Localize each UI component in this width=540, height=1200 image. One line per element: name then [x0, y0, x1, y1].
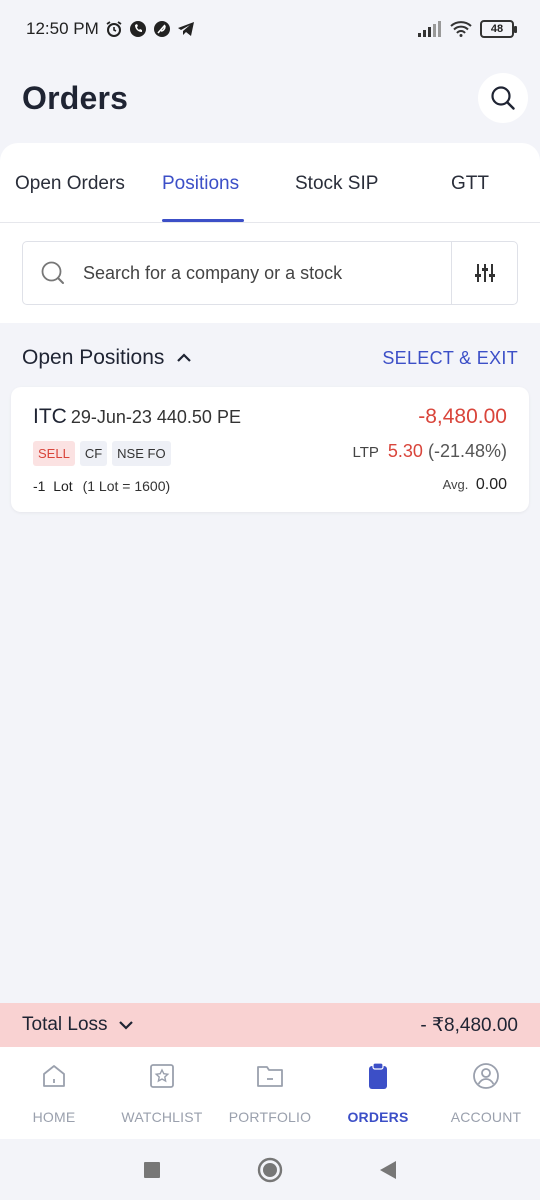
nav-watchlist-label: WATCHLIST [121, 1109, 203, 1125]
ltp-label: LTP [352, 444, 379, 461]
tab-open-orders[interactable]: Open Orders [15, 173, 125, 195]
open-positions-header: Open Positions SELECT & EXIT [22, 338, 518, 378]
page-title: Orders [22, 79, 129, 116]
battery-indicator: 48 [480, 20, 517, 38]
nav-portfolio-label: PORTFOLIO [228, 1109, 312, 1125]
tag-cf: CF [79, 441, 108, 466]
position-title: ITC 29-Jun-23 440.50 PE [33, 405, 241, 429]
active-tab-indicator [162, 219, 244, 222]
filter-button[interactable] [451, 242, 517, 304]
bottom-nav: HOME WATCHLIST PORTFOLIO ORDERS ACCOUNT [0, 1047, 540, 1139]
nav-account[interactable]: ACCOUNT [432, 1047, 540, 1139]
qty-value: -1 [33, 478, 46, 494]
status-time: 12:50 PM [26, 19, 99, 38]
position-avg: Avg. 0.00 [443, 476, 507, 494]
position-qty: -1 Lot (1 Lot = 1600) [33, 478, 170, 494]
recents-icon[interactable] [143, 1161, 161, 1179]
nav-home[interactable]: HOME [0, 1047, 108, 1139]
system-nav-bar [0, 1139, 540, 1200]
order-tabs: Open Orders Positions Stock SIP GTT [0, 143, 540, 223]
signal-icon [418, 21, 441, 37]
qty-unit: Lot [53, 478, 73, 494]
tabs-panel: Open Orders Positions Stock SIP GTT [0, 143, 540, 323]
ltp-change: (-21.48%) [427, 441, 507, 461]
open-positions-toggle[interactable]: Open Positions [22, 346, 192, 370]
home-icon [43, 1065, 65, 1087]
tab-stock-sip[interactable]: Stock SIP [295, 173, 378, 195]
status-bar: 12:50 PM 48 [0, 0, 540, 58]
search-input[interactable] [83, 262, 451, 284]
wifi-icon [450, 21, 472, 37]
position-ltp: LTP 5.30 (-21.48%) [352, 441, 507, 462]
nav-home-label: HOME [32, 1109, 76, 1125]
nav-watchlist[interactable]: WATCHLIST [108, 1047, 216, 1139]
nav-orders-label: ORDERS [347, 1109, 409, 1125]
telegram-icon [177, 22, 194, 36]
position-search-box [22, 241, 518, 305]
phone-icon [129, 21, 146, 37]
chevron-down-icon [118, 1021, 133, 1030]
watchlist-icon [150, 1064, 174, 1088]
account-icon [473, 1063, 499, 1089]
select-exit-button[interactable]: SELECT & EXIT [382, 348, 518, 369]
position-card[interactable]: ITC 29-Jun-23 440.50 PE -8,480.00 SELL CF… [11, 387, 529, 512]
status-left: 12:50 PM [26, 19, 195, 39]
tab-gtt[interactable]: GTT [451, 173, 489, 195]
total-loss-bar[interactable]: Total Loss - ₹8,480.00 [0, 1003, 540, 1047]
search-icon [491, 86, 515, 110]
avg-value: 0.00 [475, 476, 507, 493]
total-label: Total Loss [22, 1014, 108, 1035]
tab-positions[interactable]: Positions [162, 173, 239, 195]
avg-label: Avg. [442, 477, 469, 492]
feather-icon [153, 21, 170, 37]
back-icon[interactable] [379, 1160, 397, 1180]
section-title: Open Positions [22, 346, 165, 369]
portfolio-icon [257, 1066, 283, 1087]
ltp-price: 5.30 [387, 441, 423, 461]
lot-note: (1 Lot = 1600) [82, 478, 171, 494]
nav-orders[interactable]: ORDERS [324, 1047, 432, 1139]
nav-account-label: ACCOUNT [450, 1109, 522, 1125]
home-circle-icon[interactable] [257, 1157, 283, 1183]
alarm-icon [106, 21, 122, 37]
total-value: - ₹8,480.00 [420, 1014, 518, 1036]
header-search-button[interactable] [478, 73, 528, 123]
position-symbol: ITC [33, 405, 67, 428]
chevron-up-icon [177, 353, 192, 362]
page-header: Orders [0, 68, 540, 128]
sliders-icon [474, 264, 495, 282]
position-pnl: -8,480.00 [418, 405, 507, 428]
status-right: 48 [418, 20, 517, 38]
position-contract: 29-Jun-23 440.50 PE [70, 407, 241, 427]
tag-exchange: NSE FO [112, 441, 171, 466]
orders-icon [369, 1062, 387, 1089]
tag-sell: SELL [33, 441, 75, 466]
total-loss-toggle: Total Loss [22, 1014, 134, 1036]
nav-portfolio[interactable]: PORTFOLIO [216, 1047, 324, 1139]
search-icon [41, 261, 64, 284]
position-tags: SELL CF NSE FO [33, 441, 171, 466]
search-field-icon-wrap [23, 260, 83, 286]
